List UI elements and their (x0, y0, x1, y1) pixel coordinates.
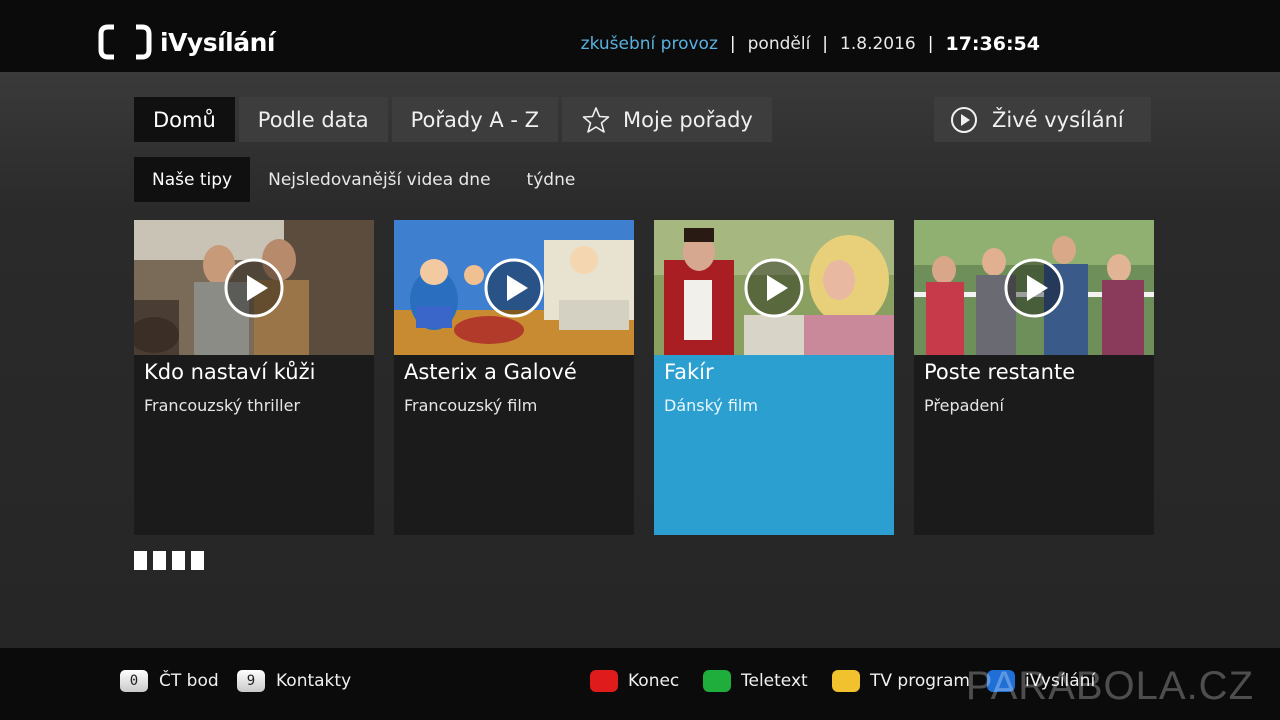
subtab-label: Nejsledovanější videa dne (268, 169, 491, 190)
live-broadcast-button[interactable]: Živé vysílání (934, 97, 1151, 142)
key-label: ČT bod (159, 671, 219, 691)
bottom-bar: 0 ČT bod 9 Kontakty Konec Teletext TV pr… (0, 648, 1280, 720)
tab-label: Moje pořady (623, 107, 753, 132)
subtab-most-watched-week[interactable]: týdne (509, 157, 594, 202)
tab-by-date[interactable]: Podle data (238, 97, 388, 142)
play-button-icon (744, 258, 804, 318)
key-red-exit[interactable]: Konec (590, 670, 679, 692)
page-indicator-dot (172, 551, 185, 570)
tab-home[interactable]: Domů (134, 97, 235, 142)
page-indicator-dot (153, 551, 166, 570)
video-card[interactable]: Asterix a Galové Francouzský film (394, 220, 634, 535)
status-bar: zkušební provoz | pondělí | 1.8.2016 | 1… (581, 33, 1040, 55)
key-0-icon: 0 (120, 670, 148, 692)
subtab-our-tips[interactable]: Naše tipy (134, 157, 251, 202)
star-icon (582, 106, 610, 133)
video-card[interactable]: Poste restante Přepadení (914, 220, 1154, 535)
date-text: 1.8.2016 (840, 34, 916, 54)
ct-logo: iVysílání (98, 24, 275, 60)
subtab-label: týdne (526, 169, 576, 190)
card-subtitle: Dánský film (664, 396, 758, 415)
tab-label: Podle data (257, 107, 369, 132)
video-thumbnail (914, 220, 1154, 355)
video-card-selected[interactable]: Fakír Dánský film (654, 220, 894, 535)
red-button-icon (590, 670, 618, 692)
watermark: PARABOLA.CZ (965, 664, 1254, 708)
key-contacts[interactable]: 9 Kontakty (237, 670, 351, 692)
key-label: Kontakty (276, 671, 352, 691)
separator: | (729, 34, 736, 54)
key-ct-bod[interactable]: 0 ČT bod (120, 670, 219, 692)
page-indicator-dot (134, 551, 147, 570)
sub-tabs: Naše tipy Nejsledovanější videa dne týdn… (134, 157, 593, 202)
trial-mode-text: zkušební provoz (580, 34, 718, 54)
main-tabs: Domů Podle data Pořady A - Z Moje pořady (134, 97, 776, 142)
video-thumbnail (394, 220, 634, 355)
green-button-icon (703, 670, 731, 692)
key-yellow-tv-program[interactable]: TV program (832, 670, 970, 692)
card-title: Poste restante (924, 360, 1076, 384)
page-indicator-dot (191, 551, 204, 570)
card-title: Asterix a Galové (404, 360, 577, 384)
play-button-icon (224, 258, 284, 318)
play-button-icon (1004, 258, 1064, 318)
video-thumbnail (134, 220, 374, 355)
card-subtitle: Přepadení (924, 396, 1004, 415)
video-thumbnail (654, 220, 894, 355)
tab-shows-a-z[interactable]: Pořady A - Z (391, 97, 559, 142)
video-card[interactable]: Kdo nastaví kůži Francouzský thriller (134, 220, 374, 535)
yellow-button-icon (832, 670, 860, 692)
tab-label: Domů (153, 107, 216, 132)
live-broadcast-label: Živé vysílání (992, 107, 1124, 132)
card-subtitle: Francouzský film (404, 396, 538, 415)
clock: 17:36:54 (945, 33, 1040, 55)
card-subtitle: Francouzský thriller (144, 396, 301, 415)
key-label: TV program (870, 671, 970, 691)
top-bar: iVysílání zkušební provoz | pondělí | 1.… (0, 0, 1280, 72)
separator: | (822, 34, 829, 54)
logo-text: iVysílání (160, 27, 275, 57)
key-green-teletext[interactable]: Teletext (703, 670, 808, 692)
tab-label: Pořady A - Z (410, 107, 540, 132)
play-button-icon (484, 258, 544, 318)
play-circle-icon (951, 106, 977, 133)
card-title: Fakír (664, 360, 714, 384)
key-9-icon: 9 (237, 670, 265, 692)
video-cards: Kdo nastaví kůži Francouzský thriller As… (134, 220, 1174, 535)
subtab-most-watched-day[interactable]: Nejsledovanější videa dne (250, 157, 508, 202)
main-area: Domů Podle data Pořady A - Z Moje pořady… (0, 72, 1280, 648)
card-title: Kdo nastaví kůži (144, 360, 316, 384)
page-indicator (134, 551, 210, 570)
day-text: pondělí (747, 34, 811, 54)
ct-logo-icon (98, 24, 152, 60)
subtab-label: Naše tipy (152, 169, 233, 190)
separator: | (927, 34, 934, 54)
key-label: Konec (628, 671, 680, 691)
tab-my-shows[interactable]: Moje pořady (562, 97, 772, 142)
key-label: Teletext (741, 671, 808, 691)
